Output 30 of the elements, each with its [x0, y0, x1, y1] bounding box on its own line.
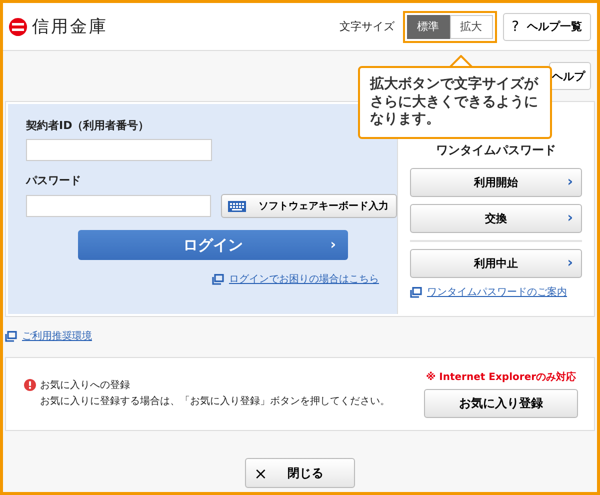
id-input-field[interactable]	[26, 139, 212, 161]
keyboard-icon	[228, 200, 246, 212]
font-size-option[interactable]: 拡大	[450, 14, 493, 38]
help-list-button[interactable]: ? ヘルプ一覧	[502, 12, 591, 40]
otp-guide-link[interactable]: ワンタイムパスワードのご案内	[410, 285, 582, 299]
environment-link[interactable]: ご利用推奨環境	[5, 329, 597, 343]
font-size-label: 文字サイズ	[340, 19, 395, 34]
otp-button[interactable]: 交換 ›	[410, 204, 582, 233]
font-size-option[interactable]: 標準	[406, 14, 450, 38]
login-button[interactable]: ログイン ›	[78, 230, 348, 260]
otp-button[interactable]: 利用開始 ›	[410, 168, 582, 197]
alert-icon	[24, 379, 36, 391]
field-label: パスワード	[26, 173, 81, 188]
add-favorite-button[interactable]: お気に入り登録	[424, 389, 578, 418]
password-input-field[interactable]	[26, 195, 212, 217]
browser-note: ※ Internet Explorerのみ対応	[426, 370, 576, 384]
otp-button[interactable]: 利用中止 ›	[410, 249, 582, 278]
field-label: 契約者ID（利用者番号）	[26, 118, 150, 133]
help-tooltip: 拡大ボタンで文字サイズがさらに大きくできるようになります。	[358, 66, 552, 138]
logo-icon	[8, 16, 28, 36]
window-icon	[212, 274, 224, 284]
close-button[interactable]: × 閉じる	[245, 458, 355, 488]
help-button[interactable]: ヘルプ	[549, 62, 591, 90]
favorites-title: お気に入りへの登録	[40, 378, 131, 393]
favorites-description: お気に入りに登録する場合は、「お気に入り登録」ボタンを押してください。	[40, 394, 390, 409]
window-icon	[410, 286, 422, 298]
logo-text: 信用金庫	[32, 16, 108, 38]
software-keyboard-button[interactable]: ソフトウェアキーボード入力	[221, 194, 397, 218]
otp-title: ワンタイムパスワード	[435, 142, 557, 159]
window-icon	[5, 330, 17, 342]
